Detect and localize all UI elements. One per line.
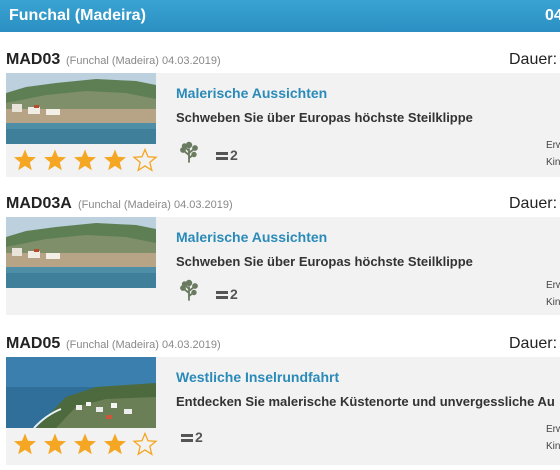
tour-title[interactable]: Malerische Aussichten [176,229,327,245]
price-side-labels: Erw Kin [546,137,560,171]
tour-description: Schweben Sie über Europas höchste Steilk… [176,254,473,269]
tour-place-date: (Funchal (Madeira) 04.03.2019) [66,339,221,351]
tour-description: Entdecken Sie malerische Küstenorte und … [176,394,555,409]
child-label: Kin [546,441,560,452]
region-title: Funchal (Madeira) [9,7,146,24]
star-empty-icon [132,432,158,456]
star-filled-icon [14,149,36,171]
tour-item[interactable]: MAD05 (Funchal (Madeira) 04.03.2019) Dau… [0,335,560,465]
persons-icon [181,434,193,443]
tour-panel: Malerische Aussichten Schweben Sie über … [6,73,560,177]
rating-stars [12,432,158,456]
tour-item[interactable]: MAD03 (Funchal (Madeira) 04.03.2019) Dau… [0,51,560,177]
tour-panel: Malerische Aussichten Schweben Sie über … [6,217,560,315]
duration-label: Dauer: [509,335,558,352]
star-filled-icon [104,433,126,455]
tour-description: Schweben Sie über Europas höchste Steilk… [176,110,473,125]
tour-thumbnail[interactable] [6,217,156,288]
tour-code[interactable]: MAD03A [6,195,72,213]
tour-panel: Westliche Inselrundfahrt Entdecken Sie m… [6,357,560,465]
adult-label: Erw [546,140,560,151]
tour-title[interactable]: Westliche Inselrundfahrt [176,369,339,385]
persons-icon [216,152,228,161]
child-label: Kin [546,157,560,168]
persons-count: 2 [216,147,238,163]
price-side-labels: Erw Kin [546,421,560,455]
adult-label: Erw [546,424,560,435]
star-filled-icon [104,149,126,171]
star-filled-icon [74,149,96,171]
header-date-cut: 04 [545,7,560,24]
tour-thumbnail[interactable] [6,357,156,428]
tour-place-date: (Funchal (Madeira) 04.03.2019) [66,55,221,67]
persons-count: 2 [181,429,203,445]
persons-icon [216,291,228,300]
tree-icon [180,141,198,163]
tour-code[interactable]: MAD05 [6,335,60,353]
rating-stars [12,148,158,172]
tour-place-date: (Funchal (Madeira) 04.03.2019) [78,199,233,211]
tour-item[interactable]: MAD03A (Funchal (Madeira) 04.03.2019) Da… [0,195,560,321]
persons-count: 2 [216,286,238,302]
star-filled-icon [44,149,66,171]
tour-thumbnail[interactable] [6,73,156,144]
tree-icon [180,279,198,301]
adult-label: Erw [546,280,560,291]
tour-code[interactable]: MAD03 [6,51,60,69]
star-filled-icon [44,433,66,455]
duration-label: Dauer: [509,51,558,68]
tour-title[interactable]: Malerische Aussichten [176,85,327,101]
star-filled-icon [74,433,96,455]
price-side-labels: Erw Kin [546,277,560,311]
child-label: Kin [546,297,560,308]
star-empty-icon [132,148,158,172]
star-filled-icon [14,433,36,455]
duration-label: Dauer: [509,195,558,212]
region-header: Funchal (Madeira) 04 [0,0,560,32]
